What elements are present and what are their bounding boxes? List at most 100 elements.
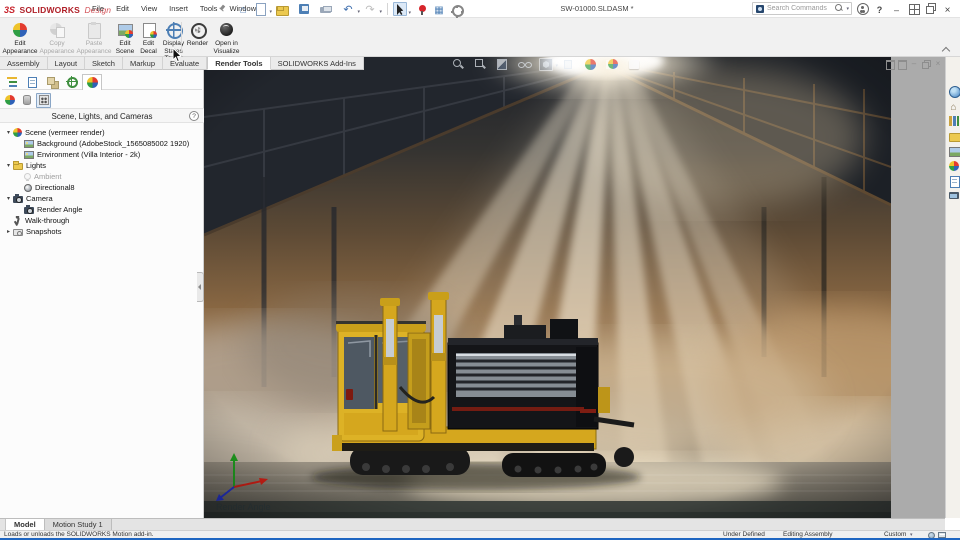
featuremanager-icon [7, 76, 17, 88]
design-resources-icon[interactable] [948, 85, 960, 97]
section-view-icon[interactable] [495, 58, 509, 71]
ribbon: Edit Appearance Copy Appearance Paste Ap… [0, 18, 960, 57]
menu-item[interactable]: View [135, 0, 163, 18]
ribbon-button-render[interactable]: Render [185, 20, 210, 48]
expander-icon[interactable]: ▸ [4, 228, 13, 235]
appearances-scenes-icon[interactable] [948, 160, 960, 172]
file-explorer-icon[interactable] [948, 130, 960, 142]
save-icon[interactable] [297, 2, 311, 16]
model-tab-motion-study-1[interactable]: Motion Study 1 [45, 519, 112, 530]
command-tab-assembly[interactable]: Assembly [0, 57, 48, 70]
print-icon[interactable] [319, 2, 333, 16]
search-dropdown-icon[interactable]: ▾ [846, 6, 849, 12]
search-box: ▾ [752, 2, 852, 15]
mass-properties-icon[interactable] [432, 2, 446, 16]
tree-item-render-angle[interactable]: Render Angle [0, 204, 204, 215]
tree-item-snapshots[interactable]: ▸ Snapshots [0, 226, 204, 237]
configurationmanager-icon [47, 77, 58, 88]
search-input[interactable] [767, 5, 835, 12]
tree-item-environment-villa-interior-2k[interactable]: Environment (Villa Interior - 2k) [0, 149, 204, 160]
edit-scene-icon [117, 22, 133, 38]
manager-tab[interactable] [62, 74, 82, 90]
graphics-viewport[interactable]: Render Angle [204, 57, 891, 518]
menu-item[interactable]: Insert [163, 0, 194, 18]
snapshot-camera-icon [13, 229, 23, 236]
view-palette-icon[interactable] [948, 145, 960, 157]
hide-show-icon[interactable] [517, 58, 531, 71]
design-library-icon[interactable] [948, 115, 960, 127]
manager-tab[interactable] [2, 74, 22, 90]
pin-icon[interactable] [218, 5, 226, 13]
ribbon-button-open-in-visualize[interactable]: Open in Visualize [211, 20, 242, 62]
window-layout-icon[interactable] [907, 2, 920, 15]
user-account-icon[interactable] [856, 2, 869, 15]
manager-tab[interactable] [22, 74, 42, 90]
help-icon[interactable]: ? [189, 111, 199, 121]
view-settings-icon[interactable] [627, 58, 641, 71]
child-restore-icon[interactable] [921, 59, 931, 69]
select-arrow-icon[interactable] [393, 2, 407, 16]
panel-collapse-handle[interactable] [197, 272, 204, 302]
close-icon[interactable] [941, 2, 954, 15]
sep-icon[interactable] [387, 3, 388, 15]
redo-icon[interactable] [363, 2, 377, 16]
open-folder-icon[interactable] [275, 2, 289, 16]
minimize-icon[interactable] [890, 2, 903, 15]
paste-appearance-icon [86, 22, 102, 38]
ribbon-button-paste-appearance[interactable]: Paste Appearance [76, 20, 112, 55]
command-tab-layout[interactable]: Layout [48, 57, 86, 70]
expander-icon[interactable]: ▾ [4, 162, 13, 169]
model-tab-model[interactable]: Model [6, 519, 45, 530]
ribbon-button-edit-decal[interactable]: Edit Decal [138, 20, 159, 55]
command-tab-render-tools[interactable]: Render Tools [207, 57, 270, 70]
child-minimize-icon[interactable] [909, 59, 919, 69]
search-icon[interactable] [835, 4, 844, 13]
display-tool[interactable] [2, 93, 17, 108]
display-tool[interactable] [19, 93, 34, 108]
menu-item[interactable]: File [86, 0, 110, 18]
restore-icon[interactable] [924, 2, 937, 15]
record-icon[interactable] [415, 2, 429, 16]
new-doc-icon[interactable] [253, 2, 267, 16]
render-group: Render Open in Visualize [185, 20, 243, 62]
tree-item-scene-vermeer-render[interactable]: ▾ Scene (vermeer render) [0, 127, 204, 138]
ribbon-collapse-icon[interactable] [942, 46, 950, 52]
custom-properties-icon[interactable] [948, 175, 960, 187]
ribbon-button-copy-appearance[interactable]: Copy Appearance [39, 20, 75, 55]
display-style-icon[interactable] [561, 58, 575, 71]
options-gear-icon[interactable] [449, 2, 463, 16]
child-close-icon[interactable] [933, 59, 943, 69]
home-icon[interactable] [236, 2, 250, 16]
display-tool[interactable] [36, 93, 51, 108]
tree-item-directional8[interactable]: Directional8 [0, 182, 204, 193]
manager-tab[interactable] [42, 74, 62, 90]
menu-item[interactable]: Edit [110, 0, 135, 18]
manager-tab[interactable] [82, 74, 102, 90]
child-window-icon[interactable] [885, 59, 895, 69]
command-tab-evaluate[interactable]: Evaluate [163, 57, 207, 70]
help-icon[interactable] [873, 2, 886, 15]
view-orientation-icon[interactable] [539, 58, 553, 71]
ribbon-button-edit-appearance[interactable]: Edit Appearance [2, 20, 38, 55]
quick-access-toolbar [236, 2, 468, 16]
forum-icon[interactable] [948, 190, 960, 202]
expander-icon[interactable]: ▾ [4, 195, 13, 202]
document-title: SW-01000.SLDASM * [497, 0, 697, 18]
apply-scene-ball-icon[interactable] [605, 58, 619, 71]
tree-item-background-adobestock-1565085002-1920[interactable]: Background (AdobeStock_1565085002 1920) [0, 138, 204, 149]
tree-item-camera[interactable]: ▾ Camera [0, 193, 204, 204]
ribbon-button-edit-scene[interactable]: Edit Scene [113, 20, 137, 55]
expander-icon[interactable]: ▾ [4, 129, 13, 136]
tree-item-lights[interactable]: ▾ Lights [0, 160, 204, 171]
zoom-fit-icon[interactable] [451, 58, 465, 71]
zoom-area-icon[interactable] [473, 58, 487, 71]
command-tab-markup[interactable]: Markup [123, 57, 163, 70]
command-tab-sketch[interactable]: Sketch [85, 57, 123, 70]
command-tab-solidworks-add-ins[interactable]: SOLIDWORKS Add-Ins [271, 57, 364, 70]
home-icon[interactable] [948, 100, 960, 112]
edit-appearance-ball-icon[interactable] [583, 58, 597, 71]
child-window-icon[interactable] [897, 59, 907, 69]
tree-item-walk-through[interactable]: Walk-through [0, 215, 204, 226]
tree-item-ambient[interactable]: Ambient [0, 171, 204, 182]
undo-icon[interactable] [341, 2, 355, 16]
